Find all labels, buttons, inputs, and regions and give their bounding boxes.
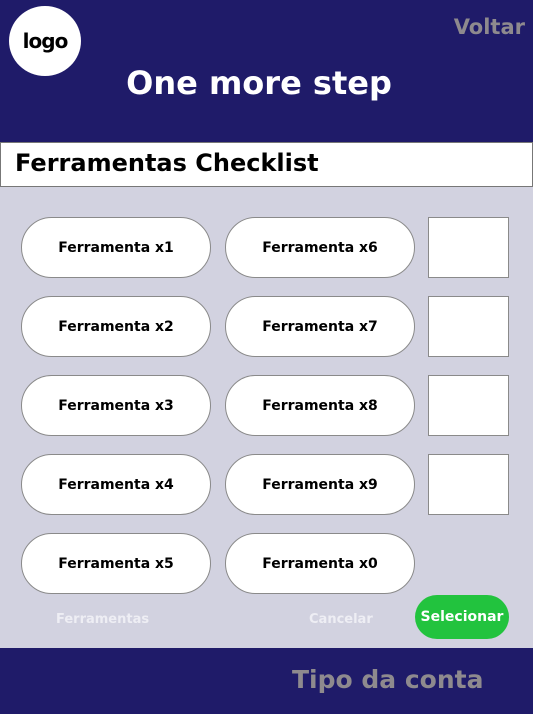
tool-button-x9[interactable]: Ferramenta x9 [225, 454, 415, 515]
tool-button-x5[interactable]: Ferramenta x5 [21, 533, 211, 594]
checklist-panel: Ferramenta x1 Ferramenta x2 Ferramenta x… [0, 187, 533, 648]
tool-button-x2[interactable]: Ferramenta x2 [21, 296, 211, 357]
checkbox-4[interactable] [428, 454, 509, 515]
page-title: One more step [126, 64, 392, 102]
select-button[interactable]: Selecionar [415, 595, 509, 639]
account-type-link[interactable]: Tipo da conta [292, 665, 483, 694]
cancel-button[interactable]: Cancelar [309, 612, 373, 627]
header: logo Voltar One more step [0, 0, 533, 142]
tool-button-x8[interactable]: Ferramenta x8 [225, 375, 415, 436]
checkbox-2[interactable] [428, 296, 509, 357]
checkbox-3[interactable] [428, 375, 509, 436]
tool-button-x1[interactable]: Ferramenta x1 [21, 217, 211, 278]
tool-button-x6[interactable]: Ferramenta x6 [225, 217, 415, 278]
checklist-title: Ferramentas Checklist [0, 142, 533, 187]
tool-button-x3[interactable]: Ferramenta x3 [21, 375, 211, 436]
checkbox-1[interactable] [428, 217, 509, 278]
tool-button-x4[interactable]: Ferramenta x4 [21, 454, 211, 515]
tools-link[interactable]: Ferramentas [56, 612, 149, 627]
tool-button-x0[interactable]: Ferramenta x0 [225, 533, 415, 594]
back-button[interactable]: Voltar [454, 15, 525, 39]
bottom-bar: Tipo da conta [0, 648, 533, 714]
tool-button-x7[interactable]: Ferramenta x7 [225, 296, 415, 357]
